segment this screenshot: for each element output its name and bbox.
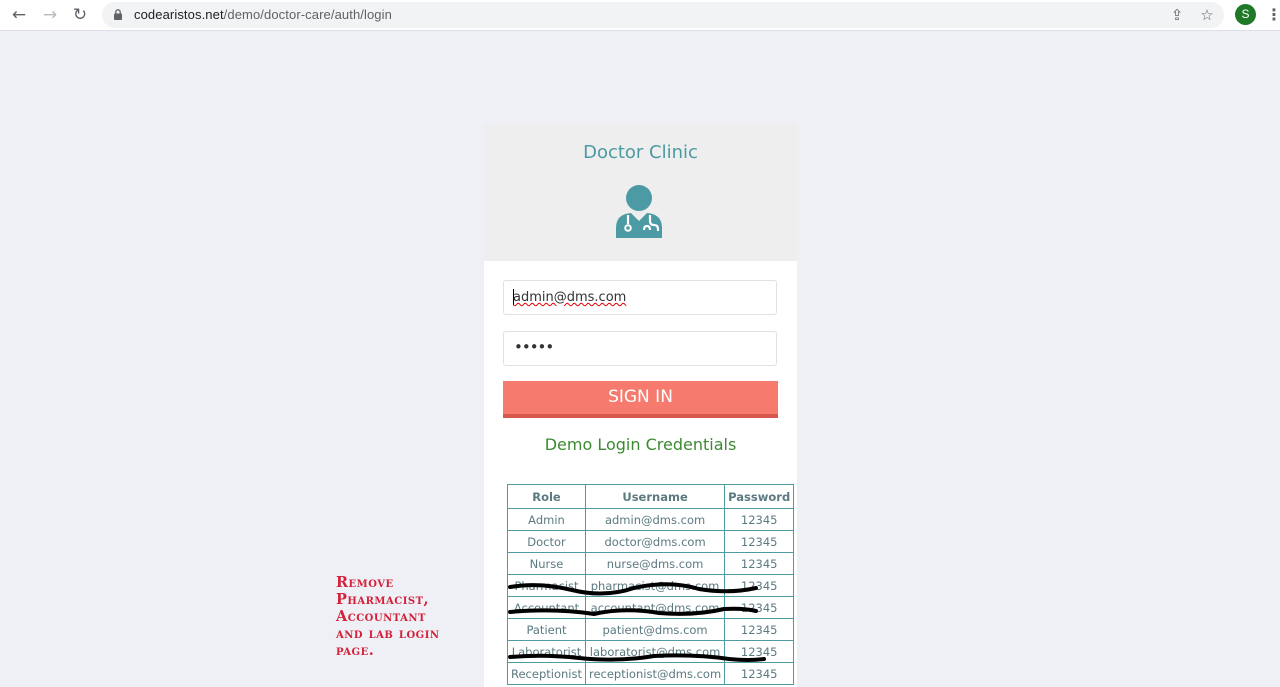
annotation-line: Accountant xyxy=(336,608,426,625)
url-path: /demo/doctor-care/auth/login xyxy=(223,7,392,22)
password-value: ••••• xyxy=(514,338,554,356)
password-cell: 12345 xyxy=(724,530,795,553)
username-cell: doctor@dms.com xyxy=(584,530,726,553)
login-card: Doctor Clinic admin@dms.com ••••• SIGN I… xyxy=(484,124,797,687)
table-row: Nurse nurse@dms.com 12345 xyxy=(507,552,795,575)
table-row: Admin admin@dms.com 12345 xyxy=(507,508,795,531)
table-row: Accountant accountant@dms.com 12345 xyxy=(507,596,795,619)
more-menu-icon[interactable]: ⋮ xyxy=(1266,5,1280,25)
column-header-role: Role xyxy=(507,484,586,509)
table-row: Laboratorist laboratorist@dms.com 12345 xyxy=(507,640,795,663)
username-cell: accountant@dms.com xyxy=(584,596,726,619)
username-cell: pharmacist@dms.com xyxy=(584,574,726,597)
browser-toolbar: ← → ↻ codearistos.net/demo/doctor-care/a… xyxy=(0,0,1280,31)
password-cell: 12345 xyxy=(724,508,795,531)
email-field[interactable]: admin@dms.com xyxy=(503,280,777,315)
password-cell: 12345 xyxy=(724,574,795,597)
role-cell: Receptionist xyxy=(507,662,586,685)
url-host: codearistos.net xyxy=(134,7,224,22)
username-cell: patient@dms.com xyxy=(584,618,726,641)
url-text[interactable]: codearistos.net/demo/doctor-care/auth/lo… xyxy=(134,7,392,22)
clinic-title: Doctor Clinic xyxy=(583,142,698,163)
reload-icon[interactable]: ↻ xyxy=(70,5,90,25)
column-header-username: Username xyxy=(584,484,726,509)
forward-icon[interactable]: → xyxy=(40,5,60,25)
table-row: Receptionist receptionist@dms.com 12345 xyxy=(507,662,795,685)
password-cell: 12345 xyxy=(724,552,795,575)
role-cell: Doctor xyxy=(507,530,586,553)
annotation-line: Pharmacist, xyxy=(336,591,430,608)
role-cell: Pharmacist xyxy=(507,574,586,597)
role-cell: Nurse xyxy=(507,552,586,575)
password-cell: 12345 xyxy=(724,662,795,685)
table-row: Patient patient@dms.com 12345 xyxy=(507,618,795,641)
role-cell: Patient xyxy=(507,618,586,641)
password-field[interactable]: ••••• xyxy=(503,331,777,366)
column-header-password: Password xyxy=(724,484,795,509)
address-bar[interactable]: codearistos.net/demo/doctor-care/auth/lo… xyxy=(102,2,1224,28)
email-value: admin@dms.com xyxy=(513,290,627,305)
table-row: Pharmacist pharmacist@dms.com 12345 xyxy=(507,574,795,597)
annotation-line: and lab login xyxy=(336,625,440,642)
login-header: Doctor Clinic xyxy=(484,124,797,261)
back-icon[interactable]: ← xyxy=(9,5,29,25)
doctor-icon xyxy=(616,185,662,238)
lock-icon xyxy=(114,9,122,20)
role-cell: Admin xyxy=(507,508,586,531)
username-cell: nurse@dms.com xyxy=(584,552,726,575)
username-cell: laboratorist@dms.com xyxy=(584,640,726,663)
annotation-line: page. xyxy=(336,642,375,659)
sign-in-button[interactable]: SIGN IN xyxy=(503,381,778,418)
annotation-line: Remove xyxy=(336,574,394,591)
username-cell: receptionist@dms.com xyxy=(584,662,726,685)
role-cell: Laboratorist xyxy=(507,640,586,663)
share-icon[interactable]: ⇪ xyxy=(1168,6,1186,24)
password-cell: 12345 xyxy=(724,618,795,641)
table-row: Doctor doctor@dms.com 12345 xyxy=(507,530,795,553)
role-cell: Accountant xyxy=(507,596,586,619)
table-header-row: Role Username Password xyxy=(507,484,795,509)
annotation-note: Remove Pharmacist, Accountant and lab lo… xyxy=(336,574,486,659)
username-cell: admin@dms.com xyxy=(584,508,726,531)
profile-avatar[interactable]: S xyxy=(1235,4,1256,25)
star-icon[interactable]: ☆ xyxy=(1198,6,1216,24)
demo-credentials-heading: Demo Login Credentials xyxy=(544,435,737,454)
password-cell: 12345 xyxy=(724,640,795,663)
credentials-table: Role Username Password Admin admin@dms.c… xyxy=(507,484,795,685)
password-cell: 12345 xyxy=(724,596,795,619)
